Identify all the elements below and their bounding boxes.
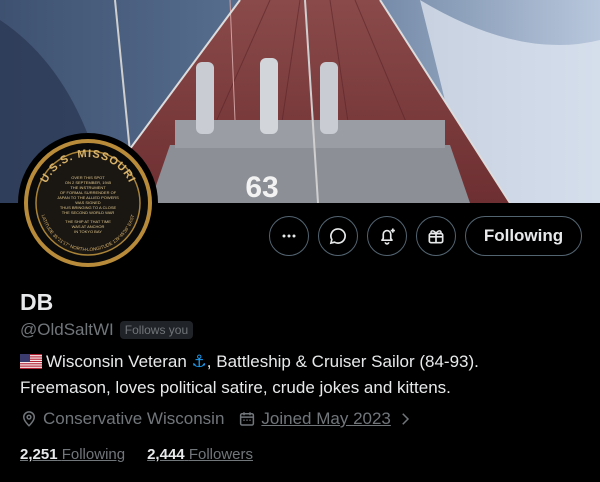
more-icon: [282, 234, 296, 238]
bio-second-line: Freemason, loves political satire, crude…: [20, 378, 451, 397]
followers-count: 2,444: [147, 446, 185, 463]
joined-item[interactable]: Joined May 2023: [238, 409, 413, 429]
display-name: DB: [20, 289, 54, 315]
chevron-right-icon: [402, 413, 409, 425]
follows-you-badge: Follows you: [119, 321, 194, 339]
handle-row: @OldSaltWI Follows you: [20, 320, 194, 340]
location-text: Conservative Wisconsin: [43, 409, 225, 428]
bio-sailor-text: , Battleship & Cruiser Sailor (84-93).: [206, 352, 479, 371]
subscribe-button[interactable]: [416, 216, 456, 256]
avatar[interactable]: U.S.S. MISSOURI LATITUDE 35°21'17" NORTH…: [18, 133, 158, 273]
following-label: Following: [61, 446, 126, 463]
hull-number: 63: [245, 171, 278, 203]
notify-button[interactable]: [367, 216, 407, 256]
calendar-icon: [240, 412, 255, 426]
followers-label: Followers: [188, 446, 253, 463]
more-button[interactable]: [269, 216, 309, 256]
message-button[interactable]: [318, 216, 358, 256]
location-item: Conservative Wisconsin: [20, 409, 224, 429]
joined-date[interactable]: Joined May 2023: [261, 409, 390, 429]
bio-veteran-text: Wisconsin Veteran: [46, 352, 187, 371]
missouri-plaque-avatar: U.S.S. MISSOURI LATITUDE 35°21'17" NORTH…: [24, 139, 152, 267]
following-link[interactable]: 2,251 Following: [20, 446, 125, 463]
svg-text:THE SECOND WORLD WAR: THE SECOND WORLD WAR: [62, 210, 115, 215]
followers-link[interactable]: 2,444 Followers: [147, 446, 253, 463]
following-count: 2,251: [20, 446, 58, 463]
profile-meta: Conservative Wisconsin Joined May 2023: [20, 409, 428, 429]
user-handle: @OldSaltWI: [20, 320, 114, 339]
following-button[interactable]: Following: [465, 216, 582, 256]
svg-text:IN TOKYO BAY: IN TOKYO BAY: [74, 229, 102, 234]
notify-icon: [381, 228, 395, 245]
follow-stats: 2,251 Following 2,444 Followers: [20, 446, 275, 463]
us-flag-icon: [20, 352, 42, 376]
profile-bio: Wisconsin Veteran ⚓, Battleship & Cruise…: [20, 350, 580, 400]
location-pin-icon: [22, 411, 36, 427]
message-icon: [329, 228, 346, 245]
subscribe-icon: [428, 230, 444, 244]
anchor-icon: ⚓: [191, 352, 207, 371]
